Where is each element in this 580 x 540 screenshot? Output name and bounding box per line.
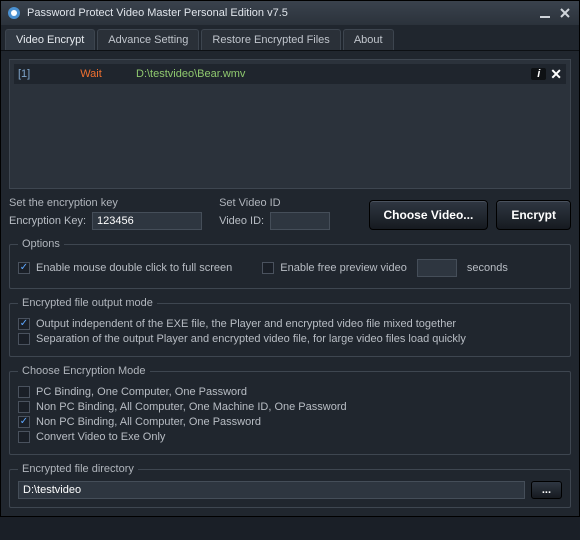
tab-about[interactable]: About (343, 29, 394, 50)
browse-button[interactable]: ... (531, 481, 562, 499)
mode-convert-exe-label: Convert Video to Exe Only (36, 431, 165, 443)
fullscreen-label: Enable mouse double click to full screen (36, 262, 232, 274)
app-logo-icon (7, 6, 21, 20)
file-row[interactable]: [1] Wait D:\testvideo\Bear.wmv i ✕ (14, 64, 566, 84)
encrypt-button[interactable]: Encrypt (496, 200, 571, 230)
tab-restore-files[interactable]: Restore Encrypted Files (201, 29, 340, 50)
close-button[interactable] (557, 5, 573, 21)
window-title: Password Protect Video Master Personal E… (27, 7, 288, 19)
output-separate-label: Separation of the output Player and encr… (36, 333, 466, 345)
tab-bar: Video Encrypt Advance Setting Restore En… (1, 25, 579, 51)
file-remove-icon[interactable]: ✕ (550, 66, 562, 83)
minimize-button[interactable] (537, 5, 553, 21)
directory-group: Encrypted file directory ... (9, 463, 571, 508)
encryption-key-input[interactable] (92, 212, 202, 230)
file-list: [1] Wait D:\testvideo\Bear.wmv i ✕ (9, 59, 571, 189)
output-mode-group: Encrypted file output mode Output indepe… (9, 297, 571, 357)
fullscreen-checkbox[interactable] (18, 262, 30, 274)
file-index: [1] (18, 68, 46, 80)
tab-video-encrypt[interactable]: Video Encrypt (5, 29, 95, 50)
mode-convert-exe-checkbox[interactable] (18, 431, 30, 443)
mode-pc-binding-checkbox[interactable] (18, 386, 30, 398)
key-label: Encryption Key: (9, 215, 86, 227)
mode-pc-binding-label: PC Binding, One Computer, One Password (36, 386, 247, 398)
key-section-title: Set the encryption key (9, 197, 211, 209)
video-id-label: Video ID: (219, 215, 264, 227)
preview-checkbox[interactable] (262, 262, 274, 274)
directory-legend: Encrypted file directory (18, 463, 138, 475)
preview-seconds-input[interactable] (417, 259, 457, 277)
encryption-mode-legend: Choose Encryption Mode (18, 365, 150, 377)
output-mode-legend: Encrypted file output mode (18, 297, 157, 309)
file-path: D:\testvideo\Bear.wmv (136, 68, 531, 80)
preview-label: Enable free preview video (280, 262, 407, 274)
tab-advance-setting[interactable]: Advance Setting (97, 29, 199, 50)
choose-video-button[interactable]: Choose Video... (369, 200, 489, 230)
mode-nonpc-allcomputer-checkbox[interactable] (18, 416, 30, 428)
titlebar: Password Protect Video Master Personal E… (1, 1, 579, 25)
mode-nonpc-machineid-checkbox[interactable] (18, 401, 30, 413)
directory-input[interactable] (18, 481, 525, 499)
video-id-input[interactable] (270, 212, 330, 230)
output-mixed-label: Output independent of the EXE file, the … (36, 318, 456, 330)
encryption-mode-group: Choose Encryption Mode PC Binding, One C… (9, 365, 571, 455)
seconds-label: seconds (467, 262, 508, 274)
file-info-icon[interactable]: i (531, 68, 546, 80)
options-group: Options Enable mouse double click to ful… (9, 238, 571, 289)
id-section-title: Set Video ID (219, 197, 360, 209)
file-status: Wait (46, 68, 136, 80)
mode-nonpc-allcomputer-label: Non PC Binding, All Computer, One Passwo… (36, 416, 261, 428)
options-legend: Options (18, 238, 64, 250)
mode-nonpc-machineid-label: Non PC Binding, All Computer, One Machin… (36, 401, 347, 413)
output-separate-checkbox[interactable] (18, 333, 30, 345)
output-mixed-checkbox[interactable] (18, 318, 30, 330)
